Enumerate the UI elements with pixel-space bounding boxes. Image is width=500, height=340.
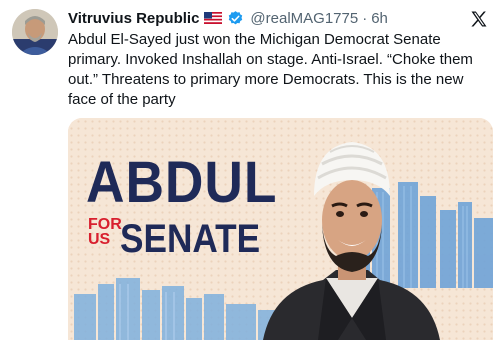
media-for-us: FOR US: [88, 216, 122, 248]
separator-dot: ·: [362, 9, 368, 27]
avatar[interactable]: [12, 9, 58, 55]
verified-badge-icon: [227, 10, 244, 27]
avatar-image: [12, 9, 58, 55]
tweet-header: Vitruvius Republic @realMAG1775 · 6h: [68, 8, 468, 28]
media-headline: ABDUL: [86, 150, 278, 215]
tweet-text: Abdul El-Sayed just won the Michigan Dem…: [68, 31, 473, 108]
user-handle[interactable]: @realMAG1775: [250, 10, 358, 27]
us-flag-icon: [204, 12, 223, 24]
media-senate: SENATE: [120, 217, 261, 261]
timestamp[interactable]: 6h: [371, 10, 388, 27]
display-name[interactable]: Vitruvius Republic: [68, 10, 199, 27]
tweet-media-image[interactable]: ABDUL FOR US SENATE: [68, 118, 493, 340]
x-logo-icon[interactable]: [468, 8, 490, 30]
